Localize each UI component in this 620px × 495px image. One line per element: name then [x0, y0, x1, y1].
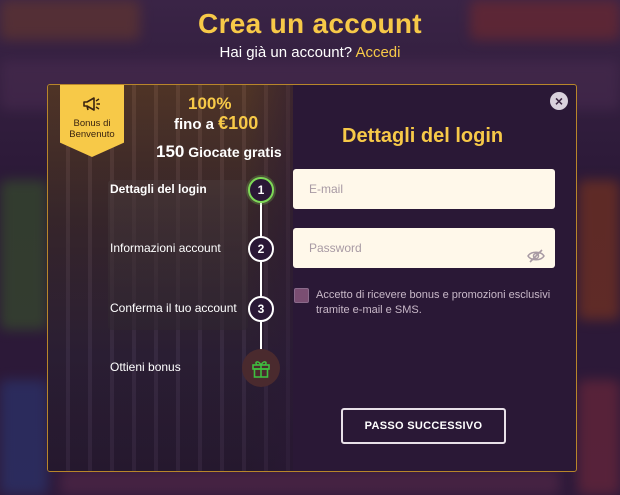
step-3-indicator: 3 — [248, 296, 274, 322]
page-title: Crea un account — [198, 8, 422, 39]
password-placeholder: Password — [309, 241, 362, 255]
next-step-button[interactable]: PASSO SUCCESSIVO — [341, 408, 506, 444]
step-1-indicator: 1 — [248, 177, 274, 203]
step-label-login: Dettagli del login — [110, 182, 207, 196]
eye-slash-icon[interactable] — [527, 240, 545, 280]
step-label-account-info: Informazioni account — [110, 241, 221, 255]
registration-steps: Dettagli del login 1 Informazioni accoun… — [48, 85, 308, 471]
email-placeholder: E-mail — [309, 182, 344, 196]
email-field[interactable]: E-mail — [293, 169, 555, 209]
step-label-confirm: Conferma il tuo account — [110, 301, 237, 315]
password-field[interactable]: Password — [293, 228, 555, 268]
steps-connector — [260, 190, 262, 370]
step-2-indicator: 2 — [248, 236, 274, 262]
close-icon[interactable]: × — [550, 92, 568, 110]
step-label-bonus: Ottieni bonus — [110, 360, 181, 374]
login-prompt: Hai già un account? Accedi — [0, 44, 620, 61]
login-prompt-text: Hai già un account? — [219, 44, 353, 61]
login-link[interactable]: Accedi — [355, 44, 400, 61]
registration-modal: Bonus di Benvenuto 100% fino a €100 150 … — [47, 84, 577, 472]
form-title: Dettagli del login — [342, 125, 504, 147]
consent-label: Accetto di ricevere bonus e promozioni e… — [316, 289, 551, 316]
gift-icon — [242, 349, 280, 387]
